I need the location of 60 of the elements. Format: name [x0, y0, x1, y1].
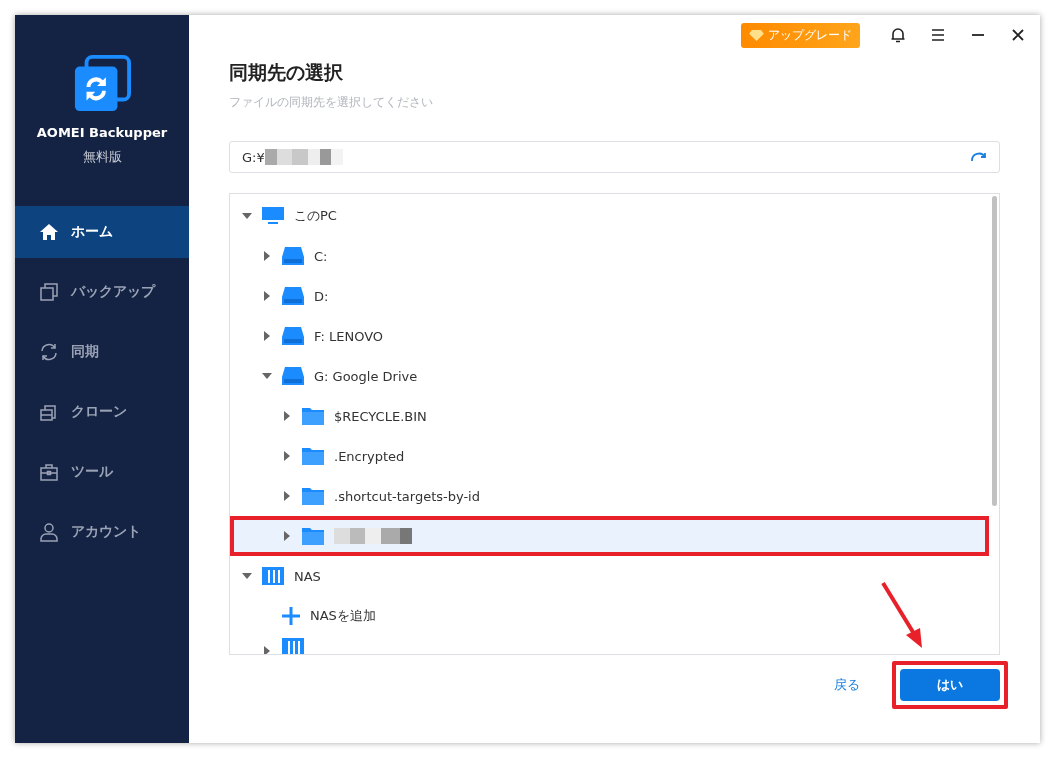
clone-icon — [39, 402, 59, 422]
home-icon — [39, 222, 59, 242]
tree-row[interactable] — [230, 516, 989, 556]
plus-icon[interactable] — [282, 607, 300, 625]
tree-row[interactable]: NASを追加 — [230, 596, 989, 636]
caret-icon[interactable] — [282, 531, 292, 541]
scrollbar-thumb[interactable] — [991, 196, 997, 506]
folder-icon — [302, 407, 324, 425]
caret-icon[interactable] — [262, 646, 272, 654]
caret-icon[interactable] — [262, 371, 272, 381]
bell-icon[interactable] — [890, 27, 906, 43]
tree-row[interactable]: C: — [230, 236, 989, 276]
sidebar-item[interactable]: クローン — [15, 386, 189, 438]
tree-row[interactable]: NAS — [230, 556, 989, 596]
arrow-icon[interactable] — [971, 151, 987, 163]
sidebar-item[interactable]: ホーム — [15, 206, 189, 258]
caret-icon[interactable] — [282, 491, 292, 501]
drive-icon — [282, 367, 304, 385]
monitor-icon — [262, 207, 284, 225]
folder-icon — [302, 447, 324, 465]
drive-icon — [282, 287, 304, 305]
sidebar-item[interactable]: 同期 — [15, 326, 189, 378]
folder-icon — [302, 487, 324, 505]
drive-icon — [282, 247, 304, 265]
caret-icon[interactable] — [262, 291, 272, 301]
caret-icon[interactable] — [242, 211, 252, 221]
page-title: 同期先の選択 — [229, 60, 344, 85]
caret-icon[interactable] — [282, 451, 292, 461]
tree-row[interactable]: $RECYCLE.BIN — [230, 396, 989, 436]
person-icon — [39, 522, 59, 542]
diamond-icon — [749, 29, 764, 41]
sidebar-item[interactable]: ツール — [15, 446, 189, 498]
tree-row[interactable]: F: LENOVO — [230, 316, 989, 356]
tree-row[interactable]: D: — [230, 276, 989, 316]
close-icon[interactable] — [1010, 27, 1026, 43]
caret-icon[interactable] — [262, 251, 272, 261]
caret-icon[interactable] — [262, 331, 272, 341]
toolbox-icon — [39, 462, 59, 482]
edition-label: 無料版 — [82, 148, 122, 166]
folder-icon — [302, 527, 324, 545]
page-subtitle: ファイルの同期先を選択してください — [229, 94, 434, 111]
tree-row[interactable]: G: Google Drive — [230, 356, 989, 396]
back-button[interactable]: 戻る — [828, 675, 866, 695]
server-icon — [262, 567, 284, 585]
menu-icon[interactable] — [930, 27, 946, 43]
caret-icon[interactable] — [282, 411, 292, 421]
tree-row[interactable]: .shortcut-targets-by-id — [230, 476, 989, 516]
sidebar-item[interactable]: アカウント — [15, 506, 189, 558]
drive-icon — [282, 327, 304, 345]
tree-row[interactable]: .Encrypted — [230, 436, 989, 476]
sync-icon — [39, 342, 59, 362]
app-name: AOMEI Backupper — [36, 125, 168, 140]
caret-icon[interactable] — [242, 571, 252, 581]
app-logo-icon — [73, 55, 131, 113]
server-icon — [282, 638, 304, 654]
tree-row[interactable]: このPC — [230, 196, 989, 236]
path-field[interactable]: G:¥ — [229, 141, 1000, 173]
sidebar-item[interactable]: バックアップ — [15, 266, 189, 318]
copy-icon — [39, 282, 59, 302]
ok-button[interactable]: はい — [900, 669, 1000, 701]
